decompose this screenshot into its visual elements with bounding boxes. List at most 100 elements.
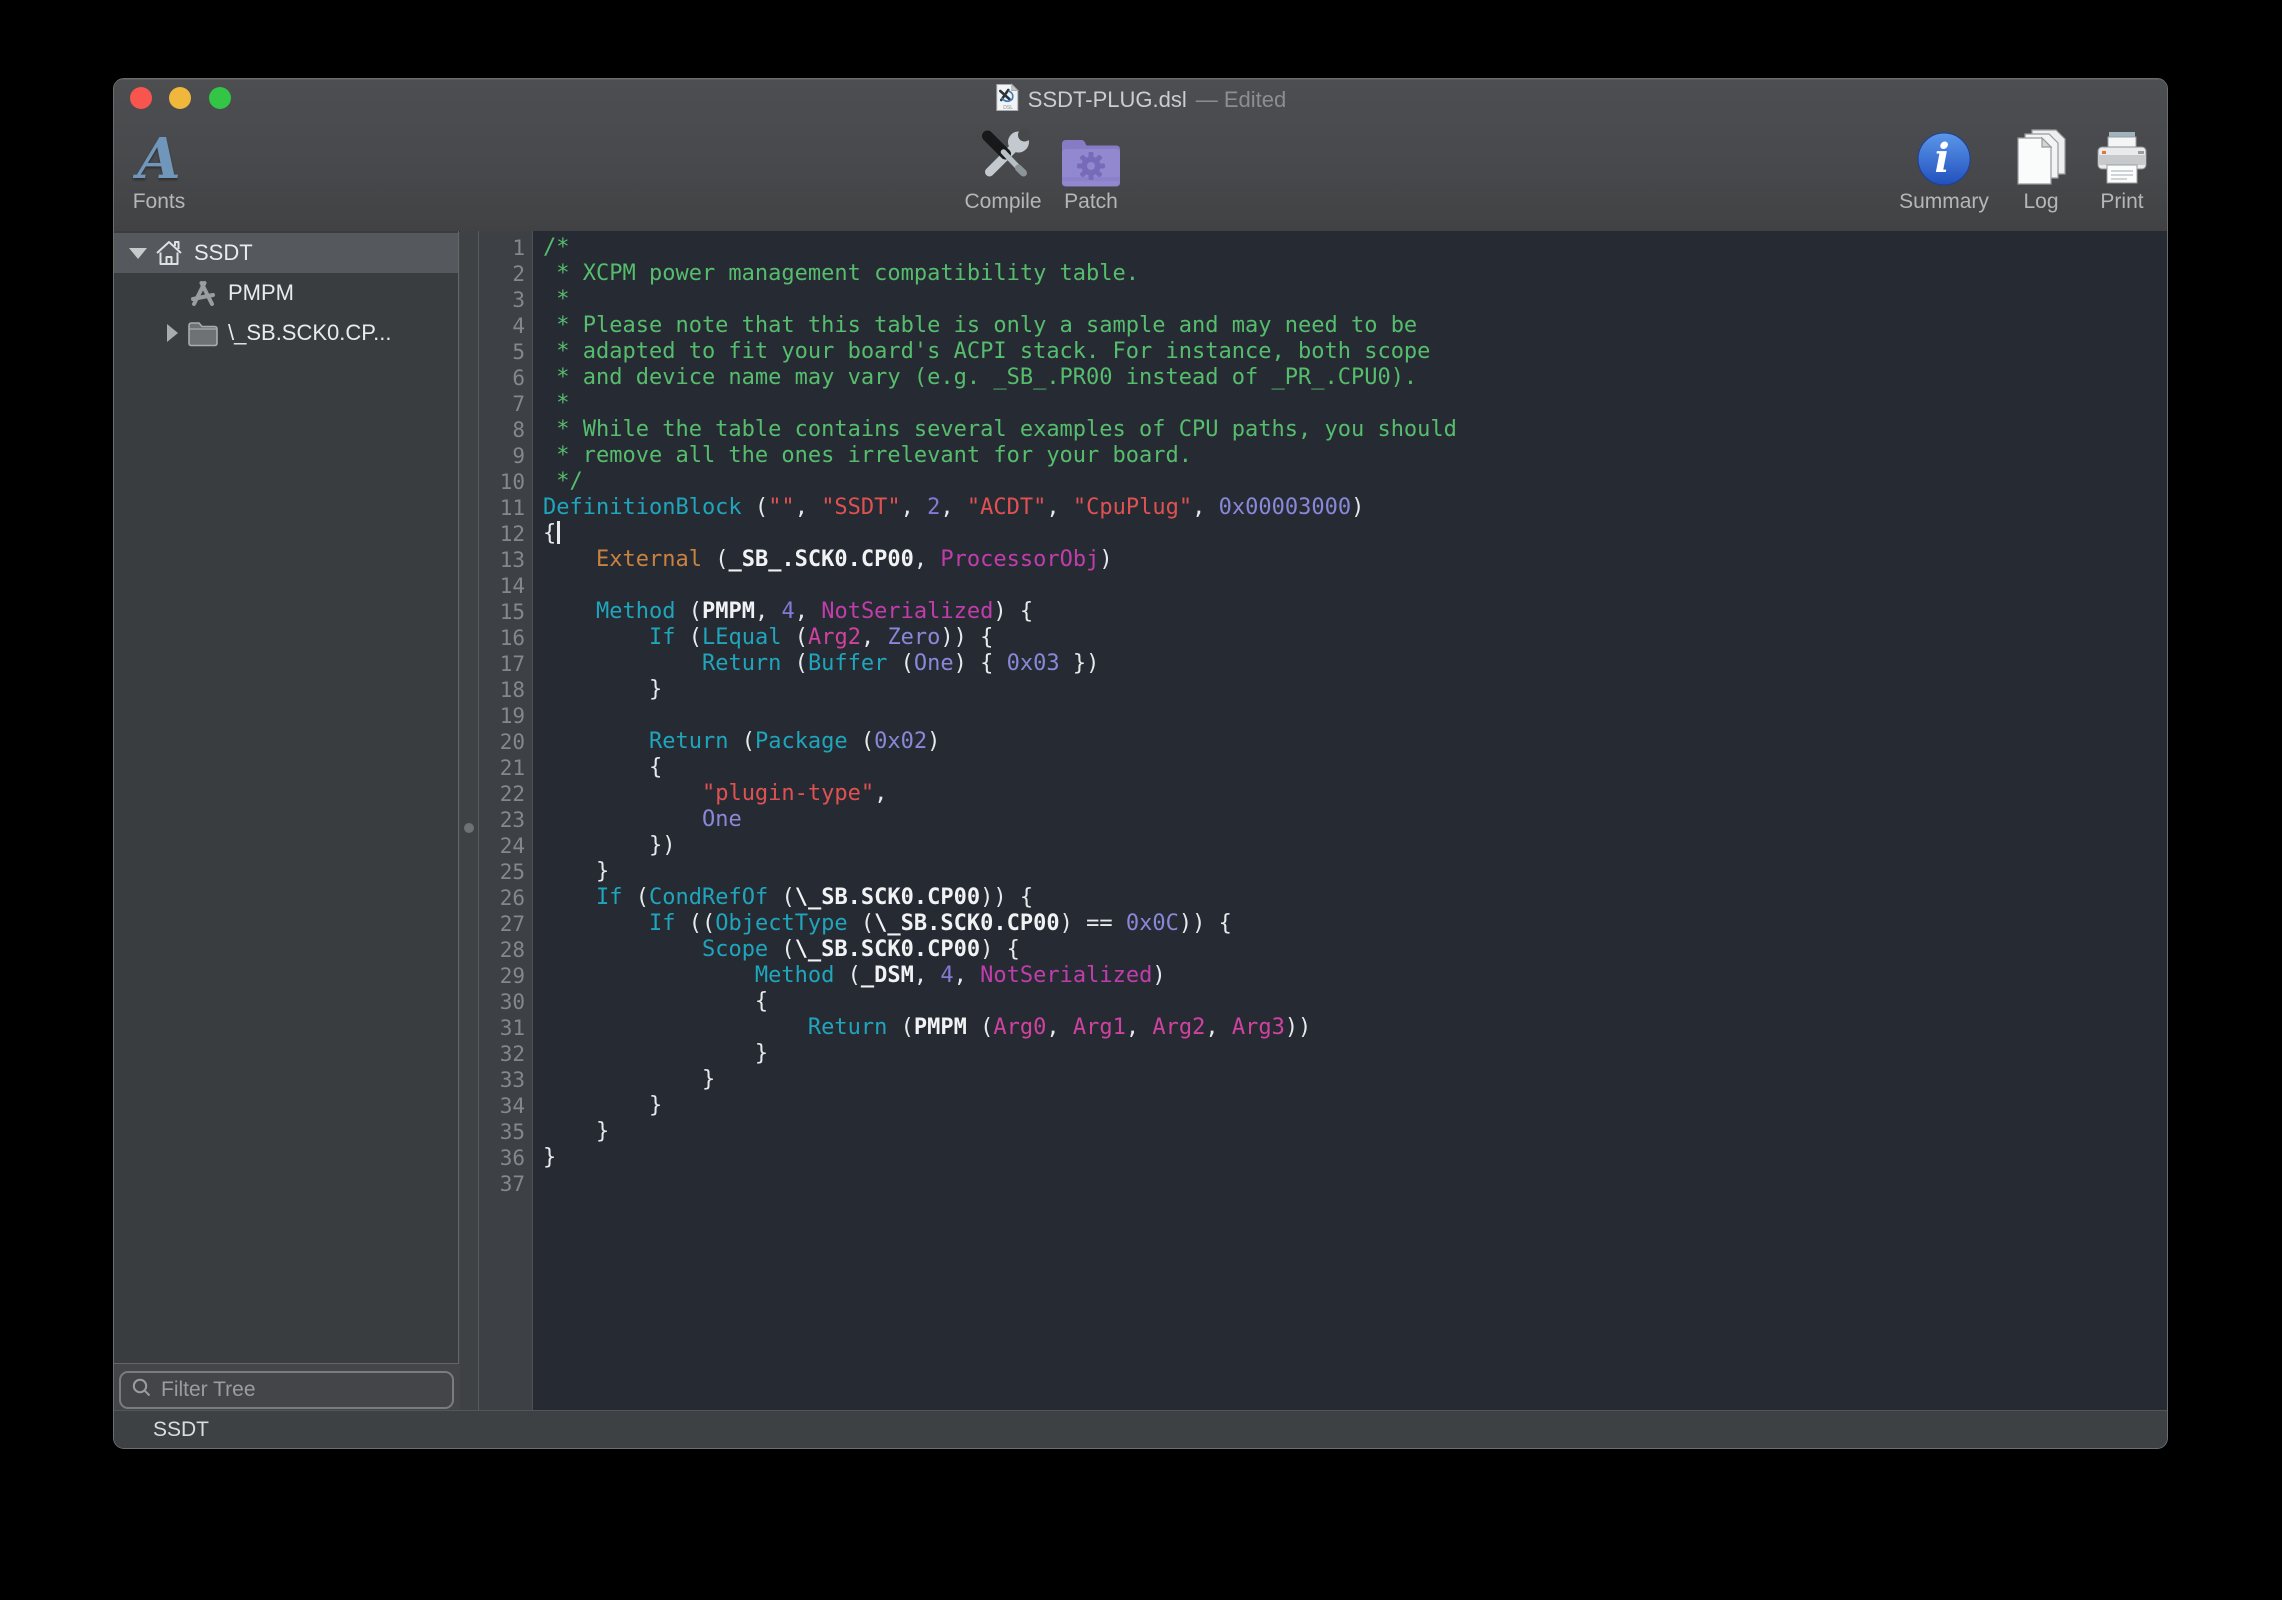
fonts-button[interactable]: A Fonts: [133, 123, 186, 214]
zoom-button[interactable]: [209, 87, 231, 109]
filter-placeholder: Filter Tree: [161, 1378, 256, 1402]
code-line-8[interactable]: * While the table contains several examp…: [543, 417, 2168, 443]
titlebar: DSL SSDT-PLUG.dsl — Edited: [995, 79, 1286, 121]
summary-info-icon: i: [1899, 123, 1989, 187]
sidebar-item-label: PMPM: [228, 280, 294, 306]
line-number-22: 22: [479, 781, 532, 807]
disclosure-triangle[interactable]: [126, 248, 150, 259]
line-number-34: 34: [479, 1093, 532, 1119]
line-number-30: 30: [479, 989, 532, 1015]
line-number-3: 3: [479, 287, 532, 313]
line-number-9: 9: [479, 443, 532, 469]
code-line-27[interactable]: If ((ObjectType (\_SB.SCK0.CP00) == 0x0C…: [543, 911, 2168, 937]
splitter-handle[interactable]: [464, 823, 474, 833]
home-icon: [152, 236, 186, 270]
line-number-24: 24: [479, 833, 532, 859]
summary-button[interactable]: i Summary: [1899, 123, 1989, 214]
log-documents-icon: [2012, 123, 2070, 187]
code-line-18[interactable]: }: [543, 677, 2168, 703]
svg-text:i: i: [1934, 135, 1949, 182]
fonts-icon: A: [133, 123, 186, 187]
compile-button[interactable]: Compile: [964, 123, 1041, 214]
code-line-21[interactable]: {: [543, 755, 2168, 781]
code-line-10[interactable]: */: [543, 469, 2168, 495]
code-line-36[interactable]: }: [543, 1145, 2168, 1171]
line-number-26: 26: [479, 885, 532, 911]
window-edited-status: — Edited: [1196, 87, 1287, 113]
code-line-37[interactable]: [543, 1171, 2168, 1197]
svg-text:DSL: DSL: [1003, 105, 1013, 111]
line-number-28: 28: [479, 937, 532, 963]
print-button[interactable]: Print: [2094, 123, 2150, 214]
line-number-6: 6: [479, 365, 532, 391]
code-line-19[interactable]: [543, 703, 2168, 729]
code-line-28[interactable]: Scope (\_SB.SCK0.CP00) {: [543, 937, 2168, 963]
code-line-3[interactable]: *: [543, 287, 2168, 313]
search-icon: [131, 1377, 152, 1403]
method-icon: [186, 276, 220, 310]
code-line-25[interactable]: }: [543, 859, 2168, 885]
line-number-1: 1: [479, 235, 532, 261]
code-line-14[interactable]: [543, 573, 2168, 599]
line-number-7: 7: [479, 391, 532, 417]
code-line-11[interactable]: DefinitionBlock ("", "SSDT", 2, "ACDT", …: [543, 495, 2168, 521]
line-number-10: 10: [479, 469, 532, 495]
code-line-26[interactable]: If (CondRefOf (\_SB.SCK0.CP00)) {: [543, 885, 2168, 911]
close-button[interactable]: [130, 87, 152, 109]
line-number-13: 13: [479, 547, 532, 573]
line-number-25: 25: [479, 859, 532, 885]
code-line-9[interactable]: * remove all the ones irrelevant for you…: [543, 443, 2168, 469]
line-number-14: 14: [479, 573, 532, 599]
code-line-15[interactable]: Method (PMPM, 4, NotSerialized) {: [543, 599, 2168, 625]
code-line-1[interactable]: /*: [543, 235, 2168, 261]
line-number-31: 31: [479, 1015, 532, 1041]
window-header: DSL SSDT-PLUG.dsl — Edited A Fonts: [114, 79, 2167, 232]
code-line-6[interactable]: * and device name may vary (e.g. _SB_.PR…: [543, 365, 2168, 391]
code-line-23[interactable]: One: [543, 807, 2168, 833]
code-line-12[interactable]: {: [543, 521, 2168, 547]
code-line-17[interactable]: Return (Buffer (One) { 0x03 }): [543, 651, 2168, 677]
disclosure-triangle[interactable]: [160, 324, 184, 342]
printer-icon: [2094, 123, 2150, 187]
line-number-4: 4: [479, 313, 532, 339]
folder-icon: [186, 316, 220, 350]
code-line-4[interactable]: * Please note that this table is only a …: [543, 313, 2168, 339]
line-number-8: 8: [479, 417, 532, 443]
compile-icon: [964, 123, 1041, 187]
line-number-29: 29: [479, 963, 532, 989]
line-number-15: 15: [479, 599, 532, 625]
code-line-32[interactable]: }: [543, 1041, 2168, 1067]
patch-button[interactable]: Patch: [1059, 123, 1123, 214]
code-line-29[interactable]: Method (_DSM, 4, NotSerialized): [543, 963, 2168, 989]
code-line-30[interactable]: {: [543, 989, 2168, 1015]
filter-tree-input[interactable]: Filter Tree: [119, 1371, 454, 1409]
line-number-33: 33: [479, 1067, 532, 1093]
code-content[interactable]: /* * XCPM power management compatibility…: [533, 231, 2168, 1410]
sidebar-item-ssdt[interactable]: SSDT: [114, 233, 458, 273]
code-line-20[interactable]: Return (Package (0x02): [543, 729, 2168, 755]
status-text: SSDT: [153, 1411, 209, 1449]
code-line-22[interactable]: "plugin-type",: [543, 781, 2168, 807]
code-line-24[interactable]: }): [543, 833, 2168, 859]
patch-icon: [1059, 123, 1123, 187]
log-button[interactable]: Log: [2012, 123, 2070, 214]
line-number-19: 19: [479, 703, 532, 729]
minimize-button[interactable]: [169, 87, 191, 109]
sidebar-item-pmpm[interactable]: PMPM: [114, 273, 458, 313]
code-line-34[interactable]: }: [543, 1093, 2168, 1119]
line-number-18: 18: [479, 677, 532, 703]
line-number-17: 17: [479, 651, 532, 677]
document-proxy-icon[interactable]: DSL: [995, 83, 1019, 117]
code-line-5[interactable]: * adapted to fit your board's ACPI stack…: [543, 339, 2168, 365]
code-line-16[interactable]: If (LEqual (Arg2, Zero)) {: [543, 625, 2168, 651]
code-line-7[interactable]: *: [543, 391, 2168, 417]
line-number-23: 23: [479, 807, 532, 833]
sidebar-item-sb-sck0-cp[interactable]: \_SB.SCK0.CP...: [114, 313, 458, 353]
app-window: DSL SSDT-PLUG.dsl — Edited A Fonts: [113, 78, 2168, 1449]
code-line-33[interactable]: }: [543, 1067, 2168, 1093]
code-line-2[interactable]: * XCPM power management compatibility ta…: [543, 261, 2168, 287]
code-line-31[interactable]: Return (PMPM (Arg0, Arg1, Arg2, Arg3)): [543, 1015, 2168, 1041]
code-line-35[interactable]: }: [543, 1119, 2168, 1145]
code-line-13[interactable]: External (_SB_.SCK0.CP00, ProcessorObj): [543, 547, 2168, 573]
line-number-32: 32: [479, 1041, 532, 1067]
